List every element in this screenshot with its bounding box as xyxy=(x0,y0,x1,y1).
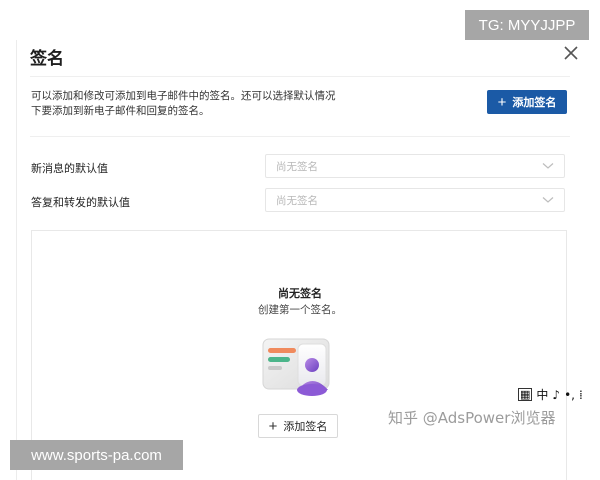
ime-mode: 中 xyxy=(536,388,549,402)
dialog-title: 签名 xyxy=(30,49,64,69)
add-first-signature-button-label: 添加签名 xyxy=(283,421,328,433)
close-icon xyxy=(564,46,578,60)
reply-forward-default-value: 尚无签名 xyxy=(276,194,318,207)
section-divider xyxy=(30,136,570,137)
new-message-default-select[interactable]: 尚无签名 xyxy=(265,154,565,178)
signature-card-illustration xyxy=(262,338,330,396)
add-signature-button-label: 添加签名 xyxy=(512,97,557,109)
chevron-down-icon xyxy=(542,163,554,169)
add-first-signature-button[interactable]: + 添加签名 xyxy=(258,414,338,438)
new-message-default-value: 尚无签名 xyxy=(276,160,318,173)
ime-symbol-3: ⁞ xyxy=(579,387,583,402)
plus-icon: + xyxy=(268,417,278,435)
header-divider xyxy=(30,76,570,77)
ime-symbol-2: •, xyxy=(564,387,575,402)
empty-state-subtitle: 创建第一个签名。 xyxy=(258,304,342,316)
zhihu-watermark: 知乎 @AdsPower浏览器 xyxy=(388,409,556,427)
plus-icon: + xyxy=(497,93,507,111)
reply-forward-default-select[interactable]: 尚无签名 xyxy=(265,188,565,212)
reply-forward-default-label: 答复和转发的默认值 xyxy=(31,196,130,209)
site-badge: www.sports-pa.com xyxy=(10,440,183,470)
keyboard-icon: ▦ xyxy=(518,388,533,401)
dialog-left-border xyxy=(16,40,17,480)
close-button[interactable] xyxy=(560,42,582,64)
tg-badge: TG: MYYJJPP xyxy=(465,10,589,40)
description-line-1: 可以添加和修改可添加到电子邮件中的签名。还可以选择默认情况 xyxy=(31,90,336,102)
description-line-2: 下要添加到新电子邮件和回复的签名。 xyxy=(31,105,210,117)
add-signature-button[interactable]: + 添加签名 xyxy=(487,90,567,114)
chevron-down-icon xyxy=(542,197,554,203)
ime-indicator: ▦ 中 ♪ •, ⁞ xyxy=(518,386,583,403)
new-message-default-label: 新消息的默认值 xyxy=(31,162,108,175)
empty-state-title: 尚无签名 xyxy=(278,287,322,300)
dialog-description: 可以添加和修改可添加到电子邮件中的签名。还可以选择默认情况 下要添加到新电子邮件… xyxy=(31,89,361,119)
ime-symbol-1: ♪ xyxy=(552,387,561,402)
